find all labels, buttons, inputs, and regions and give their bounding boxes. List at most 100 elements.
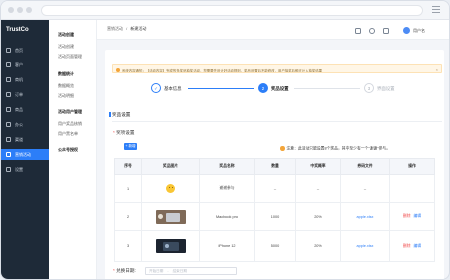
info-icon — [116, 67, 120, 72]
submenu-item-overview[interactable]: 数据概览 — [58, 83, 74, 89]
redeem-date-label: * 兑换日期: — [113, 268, 136, 273]
submenu-heading: 活动用户管理 — [58, 109, 82, 114]
window-maximize-dot[interactable] — [26, 7, 32, 13]
clipboard-icon[interactable] — [355, 28, 361, 34]
column-header: 中奖概率 — [295, 158, 341, 175]
step-connector — [294, 88, 360, 89]
bell-icon[interactable] — [383, 28, 389, 34]
submenu-item-detail[interactable]: 活动明细 — [58, 93, 74, 99]
office-icon — [6, 122, 11, 127]
column-header: 奖品图片 — [141, 158, 200, 175]
row-number: 2 — [114, 202, 142, 231]
breadcrumb-separator: / — [126, 26, 128, 31]
browser-chrome — [1, 1, 449, 20]
prize-file: -- — [340, 174, 390, 203]
breadcrumb-current: 新建活动 — [130, 26, 147, 31]
table-header-row: 序号 奖品图片 奖品名称 数量 中奖概率 券码文件 操作 — [114, 158, 435, 175]
sidebar-item-label: 商品 — [15, 106, 23, 112]
edit-button[interactable]: 编辑 — [414, 214, 422, 218]
prize-rate: 20% — [295, 230, 341, 262]
step-2-circle: 2 — [258, 83, 268, 93]
opportunity-icon — [6, 77, 11, 82]
sidebar-item-products[interactable]: 商品 — [1, 104, 49, 115]
sidebar-item-orders[interactable]: 订单 — [1, 89, 49, 100]
sidebar-item-customers[interactable]: 客户 — [1, 59, 49, 70]
start-date-placeholder[interactable]: 开始日期 — [149, 269, 163, 274]
sidebar-item-channels[interactable]: 渠道 — [1, 134, 49, 145]
submenu-item-create[interactable]: 活动创建 — [58, 44, 74, 50]
prize-image-cell — [141, 174, 200, 203]
prize-name: Macbook pro — [199, 202, 255, 231]
notice-banner: 系统内容通知：【活动内容】完成的多奖品抽奖活动，您需要先设计好活动规则，奖品设置… — [112, 64, 442, 73]
table-row: 1 谢谢参与 -- -- -- — [114, 174, 435, 203]
sidebar-item-label: 客户 — [15, 61, 23, 67]
step-3-circle: 3 — [364, 83, 374, 93]
app-logo: TrustCo — [6, 27, 29, 33]
coupon-file-link[interactable]: apple.xlsx — [357, 215, 374, 219]
row-actions: 删除 编辑 — [389, 230, 435, 262]
notice-text: 系统内容通知：【活动内容】完成的多奖品抽奖活动，您需要先设计好活动规则，奖品设置… — [122, 68, 323, 73]
close-icon[interactable]: × — [436, 67, 438, 72]
prize-file-cell: apple.xlsx — [340, 202, 390, 231]
row-actions — [389, 174, 435, 203]
sidebar-item-label: 订单 — [15, 91, 23, 97]
section-title: 奖品设置 — [112, 112, 131, 117]
prize-table: 序号 奖品图片 奖品名称 数量 中奖概率 券码文件 操作 1 谢谢参与 -- -… — [114, 158, 435, 262]
sidebar-item-opportunities[interactable]: 商机 — [1, 74, 49, 85]
column-header: 操作 — [389, 158, 435, 175]
browser-menu-icon[interactable] — [432, 6, 440, 15]
prize-file-cell: apple.xlsx — [340, 230, 390, 262]
customer-icon — [6, 62, 11, 67]
submenu-item-blacklist[interactable]: 用户黑名单 — [58, 131, 78, 137]
sidebar-item-home[interactable]: 首页 — [1, 45, 49, 56]
top-bar — [97, 20, 449, 40]
home-icon — [6, 48, 11, 53]
avatar[interactable] — [403, 27, 410, 34]
submenu-item-page-manage[interactable]: 活动页面管理 — [58, 54, 82, 60]
sidebar-item-settings[interactable]: 设置 — [1, 164, 49, 175]
date-range-input[interactable]: 开始日期 - 结束日期 — [145, 267, 237, 275]
prize-settings-label-text: 奖项设置 — [116, 130, 135, 135]
breadcrumb-parent[interactable]: 营销活动 — [107, 26, 123, 31]
add-prize-button[interactable]: + 新增 — [124, 143, 137, 150]
breadcrumb: 营销活动 / 新建活动 — [107, 26, 146, 32]
prize-rate: 20% — [295, 202, 341, 231]
end-date-placeholder[interactable]: 结束日期 — [173, 269, 187, 274]
product-icon — [6, 107, 11, 112]
phone-image — [155, 239, 186, 253]
marketing-icon — [6, 152, 11, 157]
sidebar-item-label: 渠道 — [15, 136, 23, 142]
window-close-dot[interactable] — [8, 7, 14, 13]
date-separator: - — [167, 269, 169, 273]
step-connector — [188, 88, 254, 89]
clock-icon[interactable] — [369, 28, 375, 34]
row-number: 1 — [114, 174, 142, 203]
prize-name: iPhone 12 — [199, 230, 255, 262]
prize-image-cell — [141, 230, 200, 262]
column-header: 券码文件 — [340, 158, 390, 175]
table-row: 3 iPhone 12 5000 20% apple.xlsx 删除 编辑 — [114, 230, 435, 262]
delete-button[interactable]: 删除 — [403, 214, 411, 218]
column-header: 序号 — [114, 158, 142, 175]
prize-settings-label: * 奖项设置 — [113, 130, 135, 135]
submenu-item-redeem[interactable]: 用户奖品核销 — [58, 121, 82, 127]
edit-button[interactable]: 编辑 — [414, 244, 422, 248]
sidebar-item-marketing[interactable]: 营销活动 — [1, 149, 49, 160]
warning-icon — [280, 146, 285, 151]
step-2-label: 奖品设置 — [271, 86, 289, 91]
step-3-label: 界面设置 — [377, 86, 395, 91]
divider — [112, 121, 442, 122]
address-bar[interactable] — [41, 5, 423, 16]
submenu-heading[interactable]: 公众号授权 — [58, 147, 78, 153]
step-1-circle: ✓ — [151, 83, 161, 93]
laptop-image — [155, 209, 186, 224]
coupon-file-link[interactable]: apple.xlsx — [357, 244, 374, 248]
window-minimize-dot[interactable] — [17, 7, 23, 13]
user-name[interactable]: 用户名 — [413, 28, 425, 34]
sub-navigation: 活动创建 活动创建 活动页面管理 数据统计 数据概览 活动明细 活动用户管理 用… — [49, 20, 97, 279]
delete-button[interactable]: 删除 — [403, 244, 411, 248]
prize-tip: 注意：此活动只能设置8个奖品，其中至少有一个"谢谢"参与。 — [280, 146, 390, 152]
sidebar-item-label: 设置 — [15, 166, 23, 172]
row-actions: 删除 编辑 — [389, 202, 435, 231]
sidebar-item-office[interactable]: 办公 — [1, 119, 49, 130]
